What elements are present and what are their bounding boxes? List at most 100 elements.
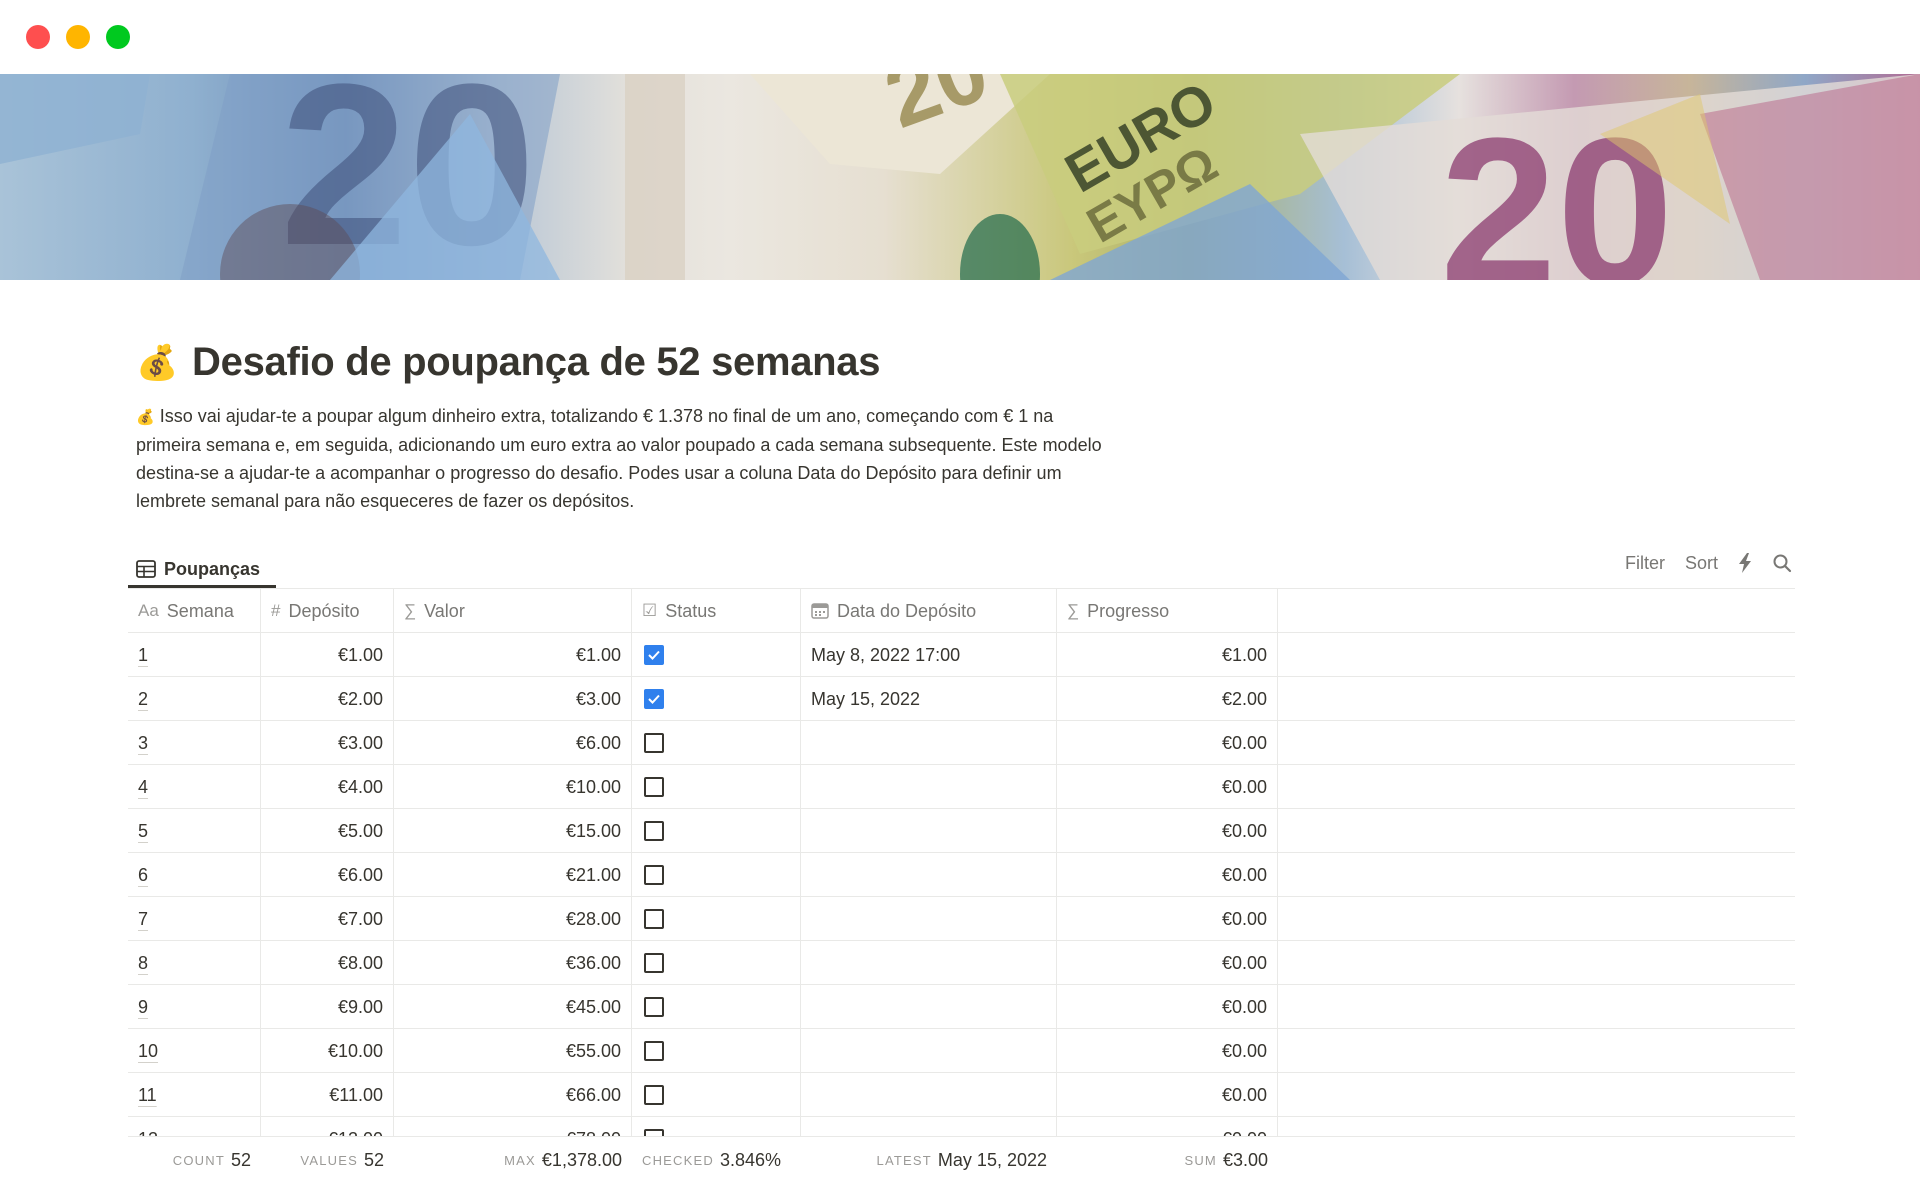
- cell-deposito[interactable]: €3.00: [261, 721, 394, 765]
- table-row[interactable]: 6 €6.00 €21.00 €0.00: [128, 852, 1795, 897]
- calc-count[interactable]: Count 52: [128, 1137, 261, 1183]
- calc-latest[interactable]: Latest May 15, 2022: [801, 1137, 1057, 1183]
- cell-status: [632, 1073, 801, 1117]
- table-row[interactable]: 4 €4.00 €10.00 €0.00: [128, 764, 1795, 809]
- cell-data-do-deposito[interactable]: [801, 809, 1057, 853]
- cell-semana[interactable]: 3: [128, 721, 261, 765]
- cell-semana[interactable]: 5: [128, 809, 261, 853]
- cell-data-do-deposito[interactable]: [801, 1073, 1057, 1117]
- column-header-status[interactable]: ☑ Status: [632, 589, 801, 633]
- cell-semana[interactable]: 1: [128, 633, 261, 677]
- cell-deposito[interactable]: €2.00: [261, 677, 394, 721]
- cell-semana[interactable]: 7: [128, 897, 261, 941]
- status-checkbox[interactable]: [644, 689, 664, 709]
- close-window-button[interactable]: [26, 25, 50, 49]
- status-checkbox[interactable]: [644, 1129, 664, 1136]
- cell-deposito[interactable]: €5.00: [261, 809, 394, 853]
- column-header-semana[interactable]: Aa Semana: [128, 589, 261, 633]
- cell-progresso: €0.00: [1057, 941, 1278, 985]
- view-tab-poupancas[interactable]: Poupanças: [136, 550, 260, 588]
- zoom-window-button[interactable]: [106, 25, 130, 49]
- cell-data-do-deposito[interactable]: [801, 985, 1057, 1029]
- table-header-row: Aa Semana # Depósito ∑ Valor ☑ Status Data d…: [128, 588, 1795, 633]
- cell-semana[interactable]: 10: [128, 1029, 261, 1073]
- cell-empty: [1278, 897, 1795, 941]
- cell-data-do-deposito[interactable]: May 15, 2022: [801, 677, 1057, 721]
- calc-max[interactable]: Max €1,378.00: [394, 1137, 632, 1183]
- cell-status: [632, 721, 801, 765]
- status-checkbox[interactable]: [644, 821, 664, 841]
- table-row[interactable]: 9 €9.00 €45.00 €0.00: [128, 984, 1795, 1029]
- automation-button[interactable]: [1738, 553, 1752, 573]
- table-row[interactable]: 10 €10.00 €55.00 €0.00: [128, 1028, 1795, 1073]
- cell-semana[interactable]: 4: [128, 765, 261, 809]
- cell-data-do-deposito[interactable]: [801, 721, 1057, 765]
- number-property-icon: #: [271, 601, 281, 620]
- status-checkbox[interactable]: [644, 953, 664, 973]
- cell-data-do-deposito[interactable]: [801, 1029, 1057, 1073]
- cell-data-do-deposito[interactable]: May 8, 2022 17:00: [801, 633, 1057, 677]
- status-checkbox[interactable]: [644, 645, 664, 665]
- view-tab-label: Poupanças: [164, 558, 261, 579]
- add-column-area[interactable]: [1278, 589, 1795, 633]
- cell-empty: [1278, 809, 1795, 853]
- cell-data-do-deposito[interactable]: [801, 1117, 1057, 1136]
- calc-values[interactable]: Values 52: [261, 1137, 394, 1183]
- status-checkbox[interactable]: [644, 733, 664, 753]
- cell-deposito[interactable]: €11.00: [261, 1073, 394, 1117]
- table-row[interactable]: 11 €11.00 €66.00 €0.00: [128, 1072, 1795, 1117]
- status-checkbox[interactable]: [644, 1041, 664, 1061]
- table-row[interactable]: 7 €7.00 €28.00 €0.00: [128, 896, 1795, 941]
- table-row[interactable]: 3 €3.00 €6.00 €0.00: [128, 720, 1795, 765]
- table-row[interactable]: 1 €1.00 €1.00 May 8, 2022 17:00 €1.00: [128, 632, 1795, 677]
- status-checkbox[interactable]: [644, 865, 664, 885]
- cell-deposito[interactable]: €9.00: [261, 985, 394, 1029]
- cell-deposito[interactable]: €1.00: [261, 633, 394, 677]
- calc-checked[interactable]: Checked 3.846%: [632, 1137, 801, 1183]
- cell-valor: €6.00: [394, 721, 632, 765]
- column-header-data-do-deposito[interactable]: Data do Depósito: [801, 589, 1057, 633]
- status-checkbox[interactable]: [644, 1085, 664, 1105]
- status-checkbox[interactable]: [644, 777, 664, 797]
- formula-property-icon: ∑: [404, 601, 417, 620]
- cell-data-do-deposito[interactable]: [801, 853, 1057, 897]
- cell-semana[interactable]: 2: [128, 677, 261, 721]
- cell-data-do-deposito[interactable]: [801, 941, 1057, 985]
- cell-deposito[interactable]: €10.00: [261, 1029, 394, 1073]
- cell-deposito[interactable]: €6.00: [261, 853, 394, 897]
- column-header-progresso[interactable]: ∑ Progresso: [1057, 589, 1278, 633]
- cell-deposito[interactable]: €8.00: [261, 941, 394, 985]
- column-header-valor[interactable]: ∑ Valor: [394, 589, 632, 633]
- table-row[interactable]: 12€12.00€78.00 €0.00: [128, 1116, 1795, 1136]
- sort-button[interactable]: Sort: [1685, 553, 1718, 574]
- cell-data-do-deposito[interactable]: [801, 765, 1057, 809]
- cell-deposito[interactable]: €4.00: [261, 765, 394, 809]
- column-header-deposito[interactable]: # Depósito: [261, 589, 394, 633]
- page-description: 💰 Isso vai ajudar-te a poupar algum dinh…: [136, 402, 1196, 515]
- filter-button[interactable]: Filter: [1625, 553, 1665, 574]
- status-checkbox[interactable]: [644, 909, 664, 929]
- cell-empty: [1278, 677, 1795, 721]
- search-button[interactable]: [1772, 553, 1792, 573]
- cell-semana[interactable]: 12: [128, 1117, 261, 1136]
- cell-semana[interactable]: 11: [128, 1073, 261, 1117]
- cell-semana[interactable]: 9: [128, 985, 261, 1029]
- status-checkbox[interactable]: [644, 997, 664, 1017]
- calc-sum[interactable]: Sum €3.00: [1057, 1137, 1278, 1183]
- table-row[interactable]: 2 €2.00 €3.00 May 15, 2022 €2.00: [128, 676, 1795, 721]
- table-row[interactable]: 5 €5.00 €15.00 €0.00: [128, 808, 1795, 853]
- cell-data-do-deposito[interactable]: [801, 897, 1057, 941]
- table-icon: [136, 560, 156, 578]
- table-calculations-footer: Count 52 Values 52 Max €1,378.00 Checked 3.8…: [128, 1136, 1795, 1201]
- checkbox-property-icon: ☑: [642, 601, 658, 620]
- cell-semana[interactable]: 6: [128, 853, 261, 897]
- cell-deposito[interactable]: €12.00: [261, 1117, 394, 1136]
- cell-semana[interactable]: 8: [128, 941, 261, 985]
- cell-valor: €10.00: [394, 765, 632, 809]
- table-row[interactable]: 8 €8.00 €36.00 €0.00: [128, 940, 1795, 985]
- minimize-window-button[interactable]: [66, 25, 90, 49]
- cell-progresso: €0.00: [1057, 853, 1278, 897]
- cell-status: [632, 677, 801, 721]
- cell-empty: [1278, 853, 1795, 897]
- cell-deposito[interactable]: €7.00: [261, 897, 394, 941]
